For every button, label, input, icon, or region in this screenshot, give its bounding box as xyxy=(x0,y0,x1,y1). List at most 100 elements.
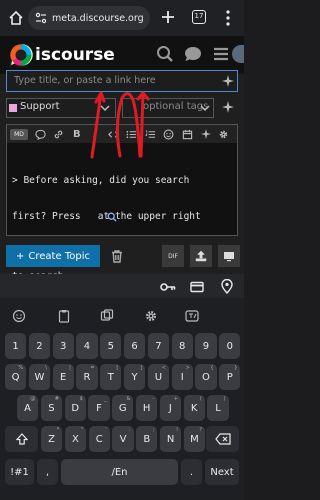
key-6[interactable]: 6 xyxy=(124,333,146,359)
key-v[interactable]: :V xyxy=(112,426,134,452)
ai-helper-button[interactable] xyxy=(197,127,215,141)
key-w[interactable]: \ W xyxy=(28,364,50,390)
key-a[interactable]: @ A xyxy=(17,395,39,421)
italic-button[interactable]: I xyxy=(86,127,104,141)
emoji-icon[interactable] xyxy=(12,309,26,323)
key-p[interactable]: } P xyxy=(219,364,241,390)
more-options-icon[interactable] xyxy=(222,8,234,28)
calendar-button[interactable] xyxy=(178,127,196,141)
chat-icon[interactable] xyxy=(184,45,202,63)
key-label: /En xyxy=(111,466,128,478)
create-topic-button[interactable]: + Create Topic xyxy=(6,245,100,267)
upload-button[interactable] xyxy=(190,245,212,267)
key-7[interactable]: 7 xyxy=(147,333,169,359)
key-j[interactable]: + J xyxy=(159,395,181,421)
logo-text: iscourse xyxy=(35,45,115,65)
key-x[interactable]: " X xyxy=(64,426,86,452)
translate-icon[interactable] xyxy=(185,309,199,323)
trash-icon[interactable] xyxy=(110,249,124,263)
stickers-icon[interactable] xyxy=(100,309,114,323)
key-4[interactable]: 4 xyxy=(76,333,98,359)
key-label: C xyxy=(95,433,103,445)
key-z[interactable]: * Z xyxy=(41,426,63,452)
key-secondary-label: | xyxy=(69,365,71,371)
comma-key[interactable]: , xyxy=(37,459,58,485)
next-key[interactable]: Next xyxy=(205,459,239,485)
key-n[interactable]: ! N xyxy=(160,426,182,452)
key-secondary-label: } xyxy=(234,365,238,371)
markdown-toggle-button[interactable]: MD xyxy=(10,128,28,140)
period-key[interactable]: . xyxy=(181,459,202,485)
tab-count: 17 xyxy=(194,12,204,20)
options-button[interactable] xyxy=(215,127,233,141)
space-bar[interactable]: /En xyxy=(61,459,178,485)
key-label: V xyxy=(119,433,127,445)
symbols-key[interactable]: !#1 xyxy=(5,459,34,485)
key-0[interactable]: 0 xyxy=(219,333,241,359)
bullet-list-button[interactable] xyxy=(123,127,141,141)
key-8[interactable]: 8 xyxy=(171,333,193,359)
key-label: E xyxy=(60,371,67,383)
site-info-icon[interactable] xyxy=(34,11,48,25)
shift-icon xyxy=(15,433,28,445)
numbered-list-button[interactable] xyxy=(141,127,159,141)
create-topic-label: Create Topic xyxy=(28,250,90,262)
quote-button[interactable] xyxy=(31,127,49,141)
key-secondary-label: \ xyxy=(45,365,47,371)
preview-toggle-button[interactable] xyxy=(218,245,240,267)
key-label: T xyxy=(107,371,114,383)
key-3[interactable]: 3 xyxy=(52,333,74,359)
key-2[interactable]: 2 xyxy=(28,333,50,359)
code-button[interactable] xyxy=(105,127,123,141)
key-secondary-label: " xyxy=(80,427,83,433)
link-button[interactable] xyxy=(49,127,67,141)
key-k[interactable]: (K xyxy=(183,395,205,421)
location-pin-icon[interactable] xyxy=(220,279,234,294)
key-secondary-label: [ xyxy=(116,365,119,371)
shift-key[interactable] xyxy=(5,426,38,452)
key-e[interactable]: | E xyxy=(52,364,74,390)
address-bar[interactable]: meta.discourse.org xyxy=(28,6,150,30)
search-icon[interactable] xyxy=(156,45,174,63)
key-y[interactable]: ] Y xyxy=(124,364,146,390)
tab-switcher-button[interactable]: 17 xyxy=(192,10,206,24)
key-label: 2 xyxy=(36,340,43,352)
bold-button[interactable]: B xyxy=(68,127,86,141)
key-u[interactable]: < U xyxy=(147,364,169,390)
key-1[interactable]: 1 xyxy=(5,333,27,359)
key-label: 7 xyxy=(155,340,162,352)
discourse-logo[interactable]: iscourse xyxy=(8,41,130,69)
sparkle-icon[interactable] xyxy=(222,101,234,113)
key-b[interactable]: ; B xyxy=(136,426,158,452)
key-s[interactable]: # S xyxy=(40,395,62,421)
key-i[interactable]: > I xyxy=(171,364,193,390)
key-icon[interactable] xyxy=(160,281,176,293)
backspace-key[interactable] xyxy=(206,426,239,452)
discourse-logo-mark xyxy=(9,43,33,67)
key-9[interactable]: 9 xyxy=(195,333,217,359)
clipboard-icon[interactable] xyxy=(57,309,71,323)
avatar[interactable] xyxy=(232,45,244,63)
emoji-button[interactable] xyxy=(160,127,178,141)
url-text: meta.discourse.org xyxy=(52,12,144,24)
key-c[interactable]: ' C xyxy=(88,426,110,452)
new-tab-icon[interactable] xyxy=(160,9,176,25)
key-m[interactable]: ? M xyxy=(183,426,205,452)
credit-card-icon[interactable] xyxy=(190,280,204,294)
diff-button[interactable]: DIF xyxy=(162,245,184,267)
key-g[interactable]: & G xyxy=(112,395,134,421)
home-icon[interactable] xyxy=(8,10,24,26)
key-q[interactable]: % Q xyxy=(5,364,27,390)
key-o[interactable]: {O xyxy=(195,364,217,390)
key-f[interactable]: _ F xyxy=(88,395,110,421)
key-t[interactable]: [T xyxy=(100,364,122,390)
key-l[interactable]: ) L xyxy=(207,395,229,421)
sparkle-icon[interactable] xyxy=(222,75,234,87)
gear-icon[interactable] xyxy=(144,309,158,323)
key-r[interactable]: = R xyxy=(76,364,98,390)
key-5[interactable]: 5 xyxy=(100,333,122,359)
hamburger-menu-icon[interactable] xyxy=(212,45,230,63)
key-h[interactable]: -H xyxy=(136,395,158,421)
topic-title-input[interactable]: Type title, or paste a link here xyxy=(6,70,238,92)
key-d[interactable]: $ D xyxy=(64,395,86,421)
